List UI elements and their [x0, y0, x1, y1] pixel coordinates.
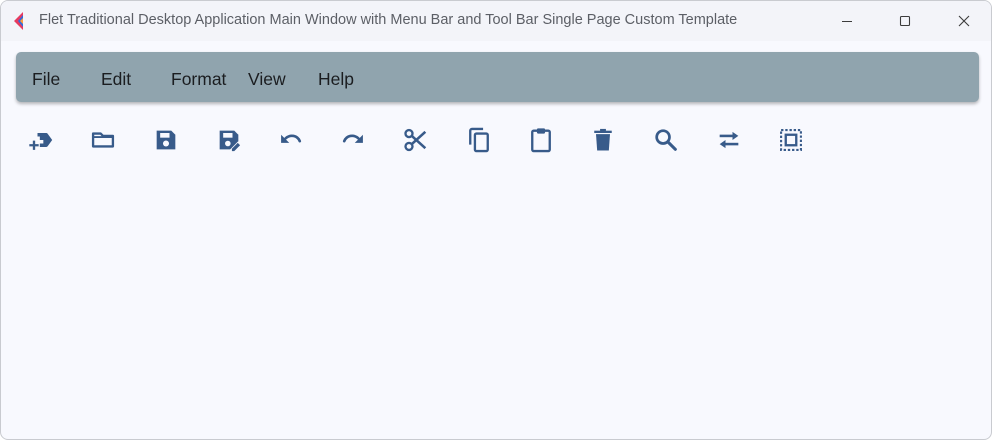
cut-icon — [404, 128, 427, 152]
close-button[interactable] — [941, 1, 987, 41]
redo-button[interactable] — [332, 119, 374, 161]
undo-button[interactable] — [270, 119, 312, 161]
flet-logo-icon — [14, 12, 23, 30]
window-title: Flet Traditional Desktop Application Mai… — [39, 12, 738, 28]
select-all-icon — [780, 129, 802, 151]
paste-icon — [531, 128, 551, 153]
save-icon — [156, 130, 176, 150]
save-as-icon — [219, 130, 241, 152]
save-as-button[interactable] — [208, 119, 250, 161]
swap-icon — [719, 131, 739, 149]
menu-help[interactable]: Help — [318, 52, 354, 102]
minimize-button[interactable] — [824, 1, 870, 41]
redo-icon — [342, 134, 363, 143]
new-label-icon — [29, 133, 53, 150]
delete-icon — [594, 128, 612, 151]
close-icon — [958, 15, 970, 27]
search-icon — [655, 129, 677, 151]
minimize-icon — [842, 20, 852, 23]
tool-bar — [1, 119, 991, 161]
delete-button[interactable] — [582, 119, 624, 161]
title-bar[interactable]: Flet Traditional Desktop Application Mai… — [1, 1, 991, 41]
search-button[interactable] — [645, 119, 687, 161]
folder-open-icon — [91, 132, 115, 148]
undo-icon — [281, 134, 302, 143]
paste-button[interactable] — [520, 119, 562, 161]
copy-icon — [469, 127, 489, 153]
open-button[interactable] — [82, 119, 124, 161]
menu-bar: File Edit Format View Help — [16, 52, 979, 102]
menu-format[interactable]: Format — [171, 52, 226, 102]
main-content-area — [1, 171, 991, 439]
copy-button[interactable] — [458, 119, 500, 161]
cut-button[interactable] — [395, 119, 437, 161]
new-button[interactable] — [20, 119, 62, 161]
maximize-button[interactable] — [882, 1, 928, 41]
menu-file[interactable]: File — [32, 52, 60, 102]
save-button[interactable] — [145, 119, 187, 161]
maximize-icon — [899, 15, 911, 27]
app-window: Flet Traditional Desktop Application Mai… — [0, 0, 992, 440]
select-all-button[interactable] — [770, 119, 812, 161]
replace-button[interactable] — [708, 119, 750, 161]
menu-view[interactable]: View — [248, 52, 286, 102]
menu-edit[interactable]: Edit — [101, 52, 131, 102]
